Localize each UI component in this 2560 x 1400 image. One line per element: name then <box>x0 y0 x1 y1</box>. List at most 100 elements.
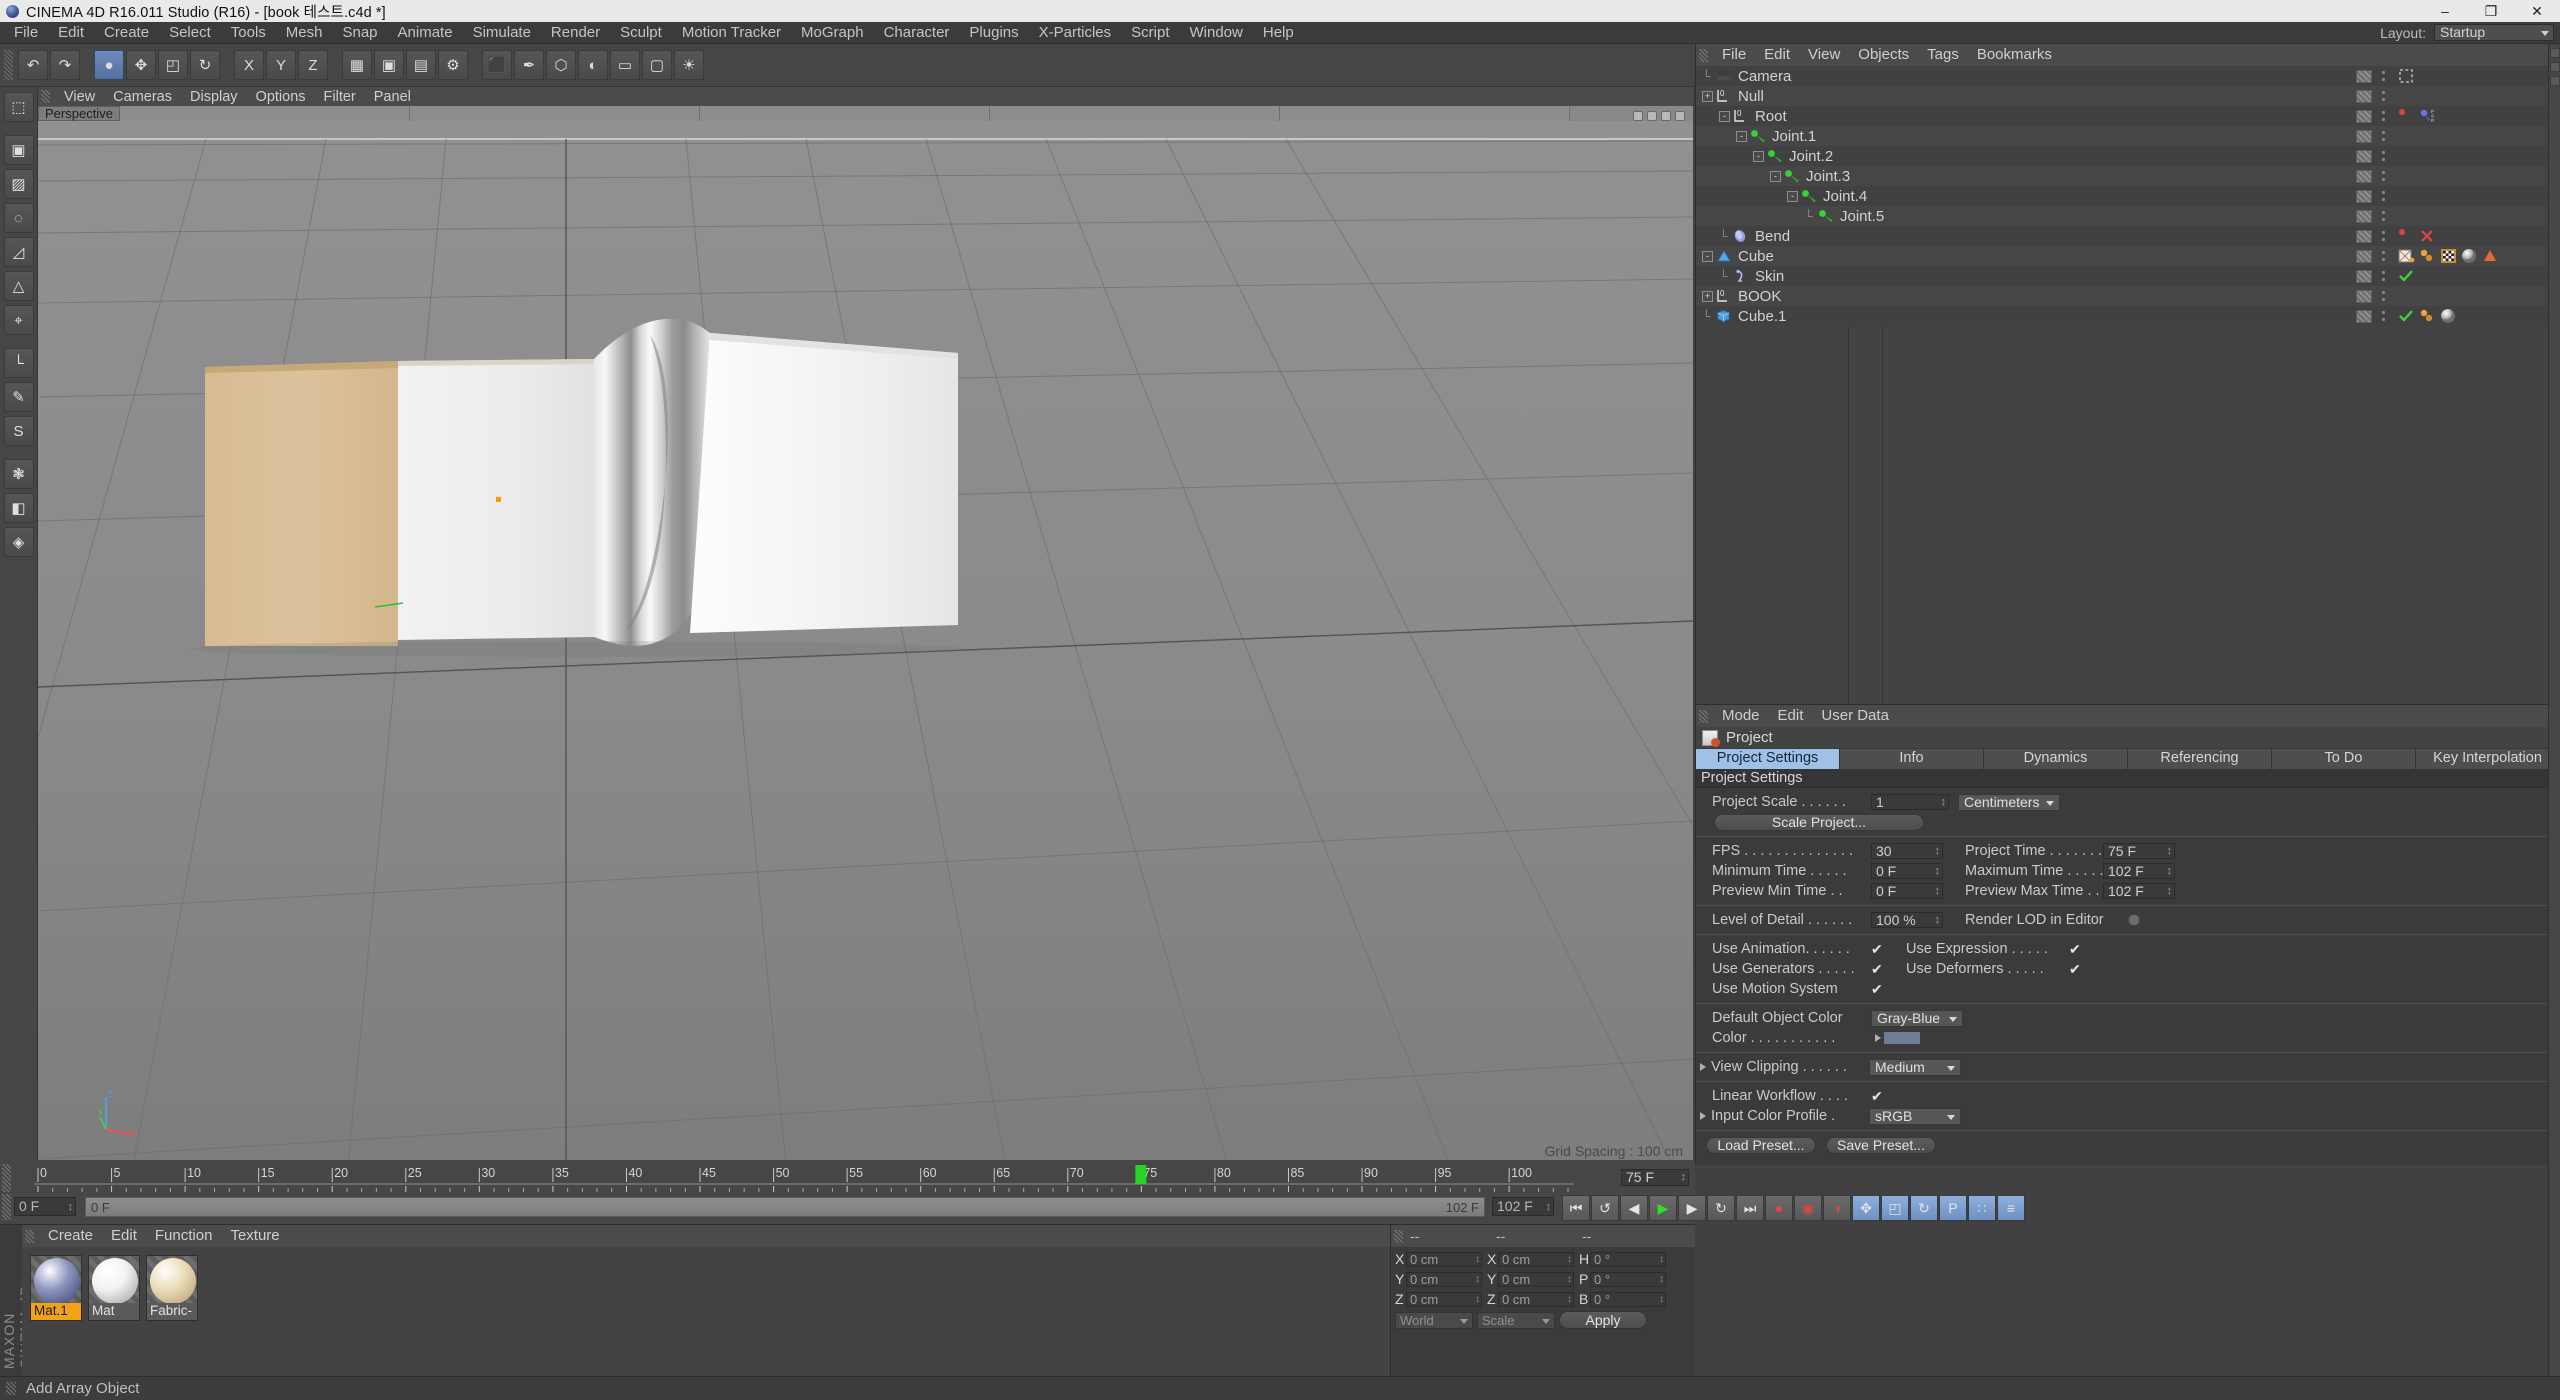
maximum-time-input[interactable]: 102 F <box>2103 863 2175 879</box>
minimum-time-input[interactable]: 0 F <box>1871 863 1943 879</box>
viewport-menu-options[interactable]: Options <box>247 88 315 106</box>
viewport-menu-filter[interactable]: Filter <box>315 88 365 106</box>
material-manager-grip[interactable] <box>25 1229 34 1243</box>
menu-item-plugins[interactable]: Plugins <box>959 22 1028 43</box>
layout-dropdown[interactable]: Startup <box>2434 24 2554 41</box>
coord-input-size-z[interactable]: 0 cm <box>1498 1291 1574 1307</box>
expander-toggle[interactable]: + <box>1702 290 1713 302</box>
visibility-toggle-box[interactable] <box>2356 249 2372 263</box>
material-swatch[interactable]: Fabric-L <box>146 1255 198 1321</box>
table-row[interactable]: +0 Null <box>1696 86 2560 106</box>
object-menu-tags[interactable]: Tags <box>1918 45 1968 65</box>
camera-button[interactable]: ▢ <box>642 50 672 80</box>
viewport-menu-panel[interactable]: Panel <box>365 88 420 106</box>
menu-item-file[interactable]: File <box>4 22 48 43</box>
table-row[interactable]: - Joint.1 <box>1696 126 2560 146</box>
table-row[interactable]: +0 BOOK <box>1696 286 2560 306</box>
table-row[interactable]: └ Cube.1 <box>1696 306 2560 326</box>
go-to-end-button[interactable]: ⏭ <box>1736 1195 1764 1221</box>
red-dot[interactable] <box>2398 228 2414 244</box>
coord-input-rotation-h[interactable]: 0 ° <box>1590 1251 1666 1267</box>
visibility-toggle-box[interactable] <box>2356 209 2372 223</box>
joint-tag[interactable]: PSR <box>2419 108 2435 124</box>
selection-tag[interactable] <box>2482 248 2498 264</box>
viewport-perspective[interactable]: View Cameras Display Options Filter Panel Per… <box>38 87 1693 1165</box>
light-button[interactable]: ☀ <box>674 50 704 80</box>
level-of-detail-input[interactable]: 100 % <box>1871 912 1943 928</box>
expander-toggle[interactable]: - <box>1787 190 1798 202</box>
step-back-button[interactable]: ◀ <box>1620 1195 1648 1221</box>
attr-menu-mode[interactable]: Mode <box>1713 706 1769 726</box>
visibility-toggle-box[interactable] <box>2356 149 2372 163</box>
coord-input-rotation-p[interactable]: 0 ° <box>1590 1271 1666 1287</box>
world-coordinate-button[interactable]: ▦ <box>342 50 372 80</box>
position-key-button[interactable]: ✥ <box>1852 1195 1880 1221</box>
snap-settings-button[interactable]: ◈ <box>3 527 34 557</box>
menu-item-sculpt[interactable]: Sculpt <box>610 22 672 43</box>
target-tag[interactable] <box>2398 68 2414 84</box>
material-name-label[interactable]: Fabric-L <box>147 1303 197 1320</box>
timeline-grip[interactable] <box>2 1164 11 1194</box>
coord-input-size-x[interactable]: 0 cm <box>1498 1251 1574 1267</box>
coordinate-manager-grip[interactable] <box>1394 1229 1403 1243</box>
render-settings-button[interactable]: ⚙ <box>438 50 468 80</box>
scale-project-button[interactable]: Scale Project... <box>1714 813 1924 831</box>
lock-z-button[interactable]: Z <box>298 50 328 80</box>
coord-input-size-y[interactable]: 0 cm <box>1498 1271 1574 1287</box>
coord-input-position-y[interactable]: 0 cm <box>1406 1271 1482 1287</box>
maximize-button[interactable]: ❐ <box>2468 0 2514 22</box>
visibility-toggle-box[interactable] <box>2356 309 2372 323</box>
lock-y-button[interactable]: Y <box>266 50 296 80</box>
menu-item-tools[interactable]: Tools <box>221 22 276 43</box>
input-color-profile-dropdown[interactable]: sRGB <box>1869 1107 1961 1125</box>
visibility-dots-icon[interactable] <box>2381 229 2385 243</box>
table-row[interactable]: └ Skin <box>1696 266 2560 286</box>
go-to-start-button[interactable]: ⏮ <box>1562 1195 1590 1221</box>
view-clipping-expand-icon[interactable] <box>1700 1063 1706 1071</box>
material-tag[interactable] <box>2461 248 2477 264</box>
visibility-dots-icon[interactable] <box>2381 209 2385 223</box>
table-row[interactable]: - Joint.4 <box>1696 186 2560 206</box>
render-region-button[interactable]: ▤ <box>406 50 436 80</box>
visibility-dots-icon[interactable] <box>2381 289 2385 303</box>
maximize-view-icon[interactable] <box>1675 111 1685 121</box>
edge-mode-button[interactable]: ◿ <box>3 237 34 267</box>
material-swatch[interactable]: Mat.1 <box>30 1255 82 1321</box>
visibility-toggle-box[interactable] <box>2356 289 2372 303</box>
phong-tag[interactable] <box>2419 248 2435 264</box>
material-menu-edit[interactable]: Edit <box>102 1226 146 1246</box>
checker-texture-tag[interactable] <box>2440 248 2456 264</box>
object-menu-view[interactable]: View <box>1799 45 1849 65</box>
material-name-label[interactable]: Mat <box>89 1303 139 1320</box>
menu-item-mograph[interactable]: MoGraph <box>791 22 874 43</box>
parameter-key-button[interactable]: P <box>1939 1195 1967 1221</box>
table-row[interactable]: └ Joint.5 <box>1696 206 2560 226</box>
zoom-view-icon[interactable] <box>1647 111 1657 121</box>
visibility-dots-icon[interactable] <box>2381 109 2385 123</box>
material-menu-function[interactable]: Function <box>146 1226 222 1246</box>
tab-to-do[interactable]: To Do <box>2272 749 2416 769</box>
cube-primitive-button[interactable]: ⬛ <box>482 50 512 80</box>
viewport-nav-icons[interactable] <box>1633 111 1685 121</box>
menu-item-script[interactable]: Script <box>1121 22 1179 43</box>
coord-input-position-x[interactable]: 0 cm <box>1406 1251 1482 1267</box>
previous-keyframe-button[interactable]: ↺ <box>1591 1195 1619 1221</box>
visibility-dots-icon[interactable] <box>2381 269 2385 283</box>
attr-menu-edit[interactable]: Edit <box>1769 706 1813 726</box>
bend-deformer-button[interactable]: ◐ <box>578 50 608 80</box>
table-row[interactable]: └ Camera <box>1696 66 2560 86</box>
model-mode-button[interactable]: ▣ <box>3 135 34 165</box>
array-generator-button[interactable]: ⬡ <box>546 50 576 80</box>
table-row[interactable]: └ Bend <box>1696 226 2560 246</box>
render-lod-toggle[interactable] <box>2128 914 2140 926</box>
color-swatch[interactable] <box>1883 1031 1921 1045</box>
attribute-manager-grip[interactable] <box>1699 709 1708 723</box>
axis-mode-button[interactable]: ⌖ <box>3 305 34 335</box>
green-check[interactable] <box>2398 268 2414 284</box>
scale-button[interactable]: ◰ <box>158 50 188 80</box>
material-swatch-list[interactable]: Mat.1 Mat Fabric-L <box>22 1247 1390 1376</box>
menu-item-snap[interactable]: Snap <box>332 22 387 43</box>
material-name-label[interactable]: Mat.1 <box>31 1303 81 1320</box>
brush-tool-button[interactable]: ✎ <box>3 382 34 412</box>
soft-selection-button[interactable]: S <box>3 416 34 446</box>
